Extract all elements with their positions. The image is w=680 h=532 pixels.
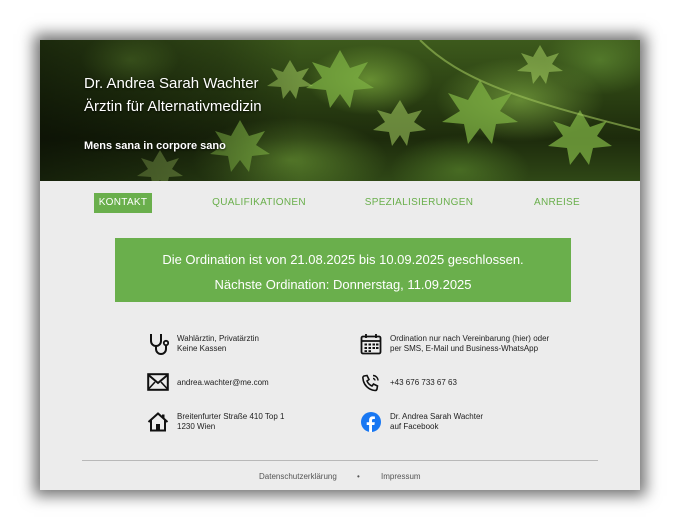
footer-divider xyxy=(82,460,598,461)
doctor-type-info: Wahlärztin, Privatärztin Keine Kassen xyxy=(177,334,259,354)
nav-item-anreise[interactable]: ANREISE xyxy=(528,193,586,213)
facebook-label-line: auf Facebook xyxy=(390,422,439,431)
street-line: Breitenfurter Straße 410 Top 1 xyxy=(177,412,285,421)
appointment-info: Ordination nur nach Vereinbarung (hier) … xyxy=(390,334,549,354)
facebook-name-line: Dr. Andrea Sarah Wachter xyxy=(390,412,484,421)
contact-channels-line: per SMS, E-Mail und Business-WhatsApp xyxy=(390,344,539,353)
phone-icon xyxy=(362,374,379,392)
imprint-link[interactable]: Impressum xyxy=(381,472,421,481)
next-ordination-text: Nächste Ordination: Donnerstag, 11.09.20… xyxy=(214,277,472,292)
privacy-link[interactable]: Datenschutzerklärung xyxy=(259,472,337,481)
email-link[interactable]: andrea.wachter@me.com xyxy=(177,378,269,388)
appointment-line: Ordination nur nach Vereinbarung (hier) … xyxy=(390,334,550,343)
closure-notice: Die Ordination ist von 21.08.2025 bis 10… xyxy=(115,238,571,302)
page-frame: Dr. Andrea Sarah Wachter Ärztin für Alte… xyxy=(40,40,640,490)
doctor-type-line: Wahlärztin, Privatärztin xyxy=(177,334,259,343)
hero-banner: Dr. Andrea Sarah Wachter Ärztin für Alte… xyxy=(40,40,640,181)
calendar-icon xyxy=(360,334,382,355)
nav-item-qualifikationen[interactable]: QUALIFIKATIONEN xyxy=(204,193,314,213)
nav-item-spezialisierungen[interactable]: SPEZIALISIERUNGEN xyxy=(362,193,476,213)
phone-link[interactable]: +43 676 733 67 63 xyxy=(390,378,457,388)
facebook-link[interactable]: Dr. Andrea Sarah Wachter auf Facebook xyxy=(390,412,483,432)
motto: Mens sana in corpore sano xyxy=(84,140,226,152)
city-line: 1230 Wien xyxy=(177,422,216,431)
doctor-title: Ärztin für Alternativmedizin xyxy=(84,98,262,115)
nav-item-kontakt[interactable]: KONTAKT xyxy=(94,193,152,213)
house-icon xyxy=(147,412,169,432)
doctor-name: Dr. Andrea Sarah Wachter xyxy=(84,75,259,92)
stethoscope-icon xyxy=(150,334,169,355)
address-info: Breitenfurter Straße 410 Top 1 1230 Wien xyxy=(177,412,284,432)
envelope-icon xyxy=(147,373,169,391)
insurance-line: Keine Kassen xyxy=(177,344,227,353)
footer-separator: • xyxy=(357,472,360,481)
main-nav: KONTAKT QUALIFIKATIONEN SPEZIALISIERUNGE… xyxy=(40,193,640,213)
closure-notice-text: Die Ordination ist von 21.08.2025 bis 10… xyxy=(162,252,524,267)
facebook-icon[interactable] xyxy=(361,412,381,432)
